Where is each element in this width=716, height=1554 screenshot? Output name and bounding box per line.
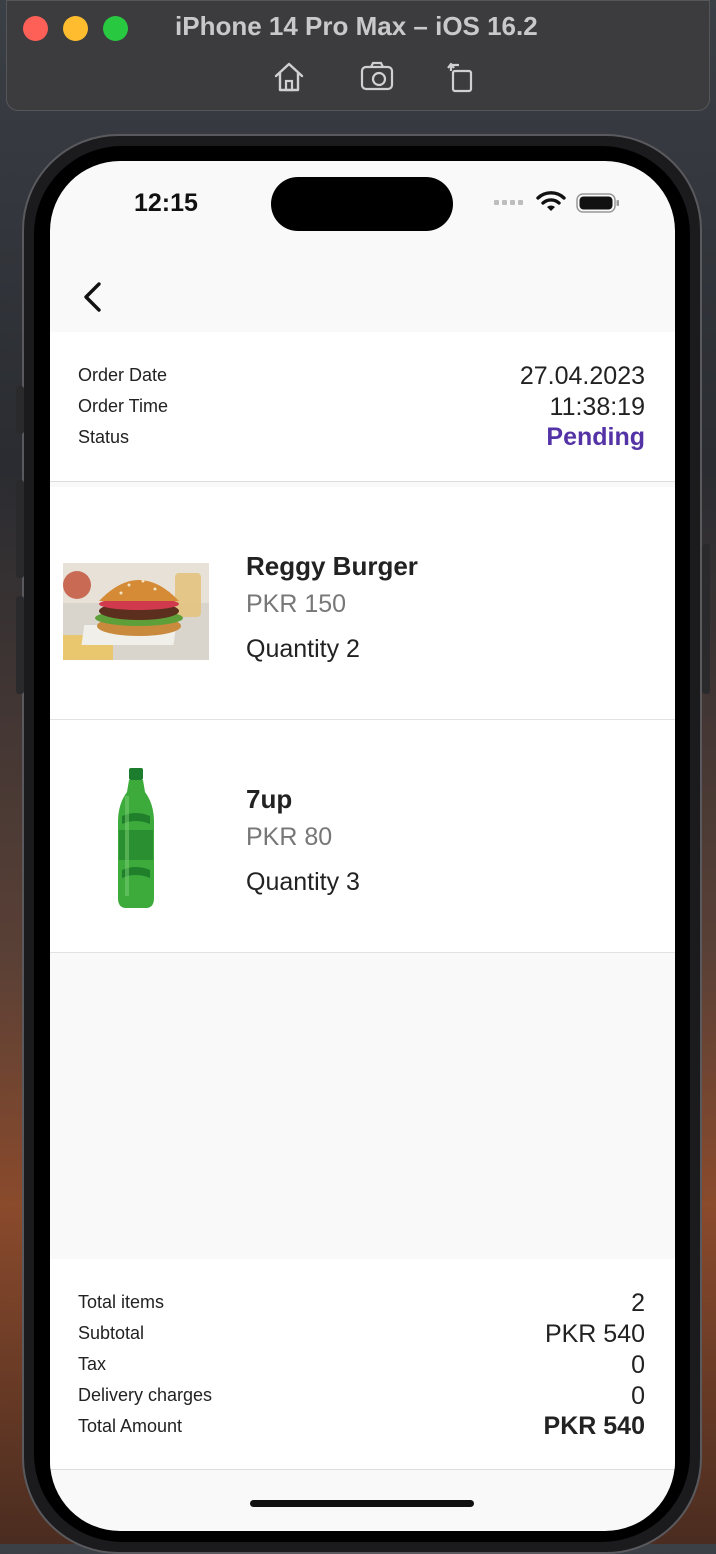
zoom-window-button[interactable] [103,16,128,41]
item-price: PKR 150 [246,590,347,618]
item-quantity: Quantity 3 [246,868,360,896]
home-icon[interactable] [271,59,307,95]
order-time-label: Order Time [78,396,169,416]
total-items-label: Total items [78,1292,165,1312]
item-name: Reggy Burger [246,551,418,581]
app-screen: 12:15 Order Date 27.04.2023 Order Time 1… [50,161,675,1531]
order-date-label: Order Date [78,365,168,385]
status-value: Pending [546,423,645,451]
wifi-icon [536,189,566,213]
delivery-charges-label: Delivery charges [78,1385,213,1405]
order-item[interactable]: 7up PKR 80 Quantity 3 [50,720,675,953]
simulator-title-bar: iPhone 14 Pro Max – iOS 16.2 [6,0,710,111]
order-info-card: Order Date 27.04.2023 Order Time 11:38:1… [50,332,675,482]
minimize-window-button[interactable] [63,16,88,41]
delivery-charges-value: 0 [631,1382,645,1410]
order-item[interactable]: Reggy Burger PKR 150 Quantity 2 [50,487,675,720]
mute-switch [16,386,24,434]
dynamic-island [271,177,453,231]
chevron-left-icon[interactable] [78,279,108,315]
total-items-value: 2 [631,1289,645,1317]
tax-value: 0 [631,1351,645,1379]
status-time: 12:15 [134,189,198,217]
order-summary-card: Total items 2 Subtotal PKR 540 Tax 0 Del… [50,1259,675,1470]
status-label: Status [78,427,130,447]
home-indicator[interactable] [250,1500,474,1507]
power-button [702,544,710,694]
tax-label: Tax [78,1354,107,1374]
screenshot-icon[interactable] [359,59,395,95]
item-price: PKR 80 [246,823,333,851]
item-quantity: Quantity 2 [246,635,360,663]
volume-down-button [16,596,24,694]
subtotal-value: PKR 540 [544,1320,645,1348]
burger-image [63,563,209,660]
order-date-value: 27.04.2023 [519,362,645,390]
total-amount-label: Total Amount [78,1416,183,1436]
subtotal-label: Subtotal [78,1323,145,1343]
soda-bottle-image [63,766,209,912]
close-window-button[interactable] [23,16,48,41]
rotate-icon[interactable] [443,59,479,95]
signal-icon [494,200,523,205]
battery-icon [576,193,620,213]
volume-up-button [16,480,24,578]
order-time-value: 11:38:19 [549,393,645,421]
item-name: 7up [246,784,293,814]
total-amount-value: PKR 540 [543,1412,645,1440]
window-title: iPhone 14 Pro Max – iOS 16.2 [175,11,538,41]
